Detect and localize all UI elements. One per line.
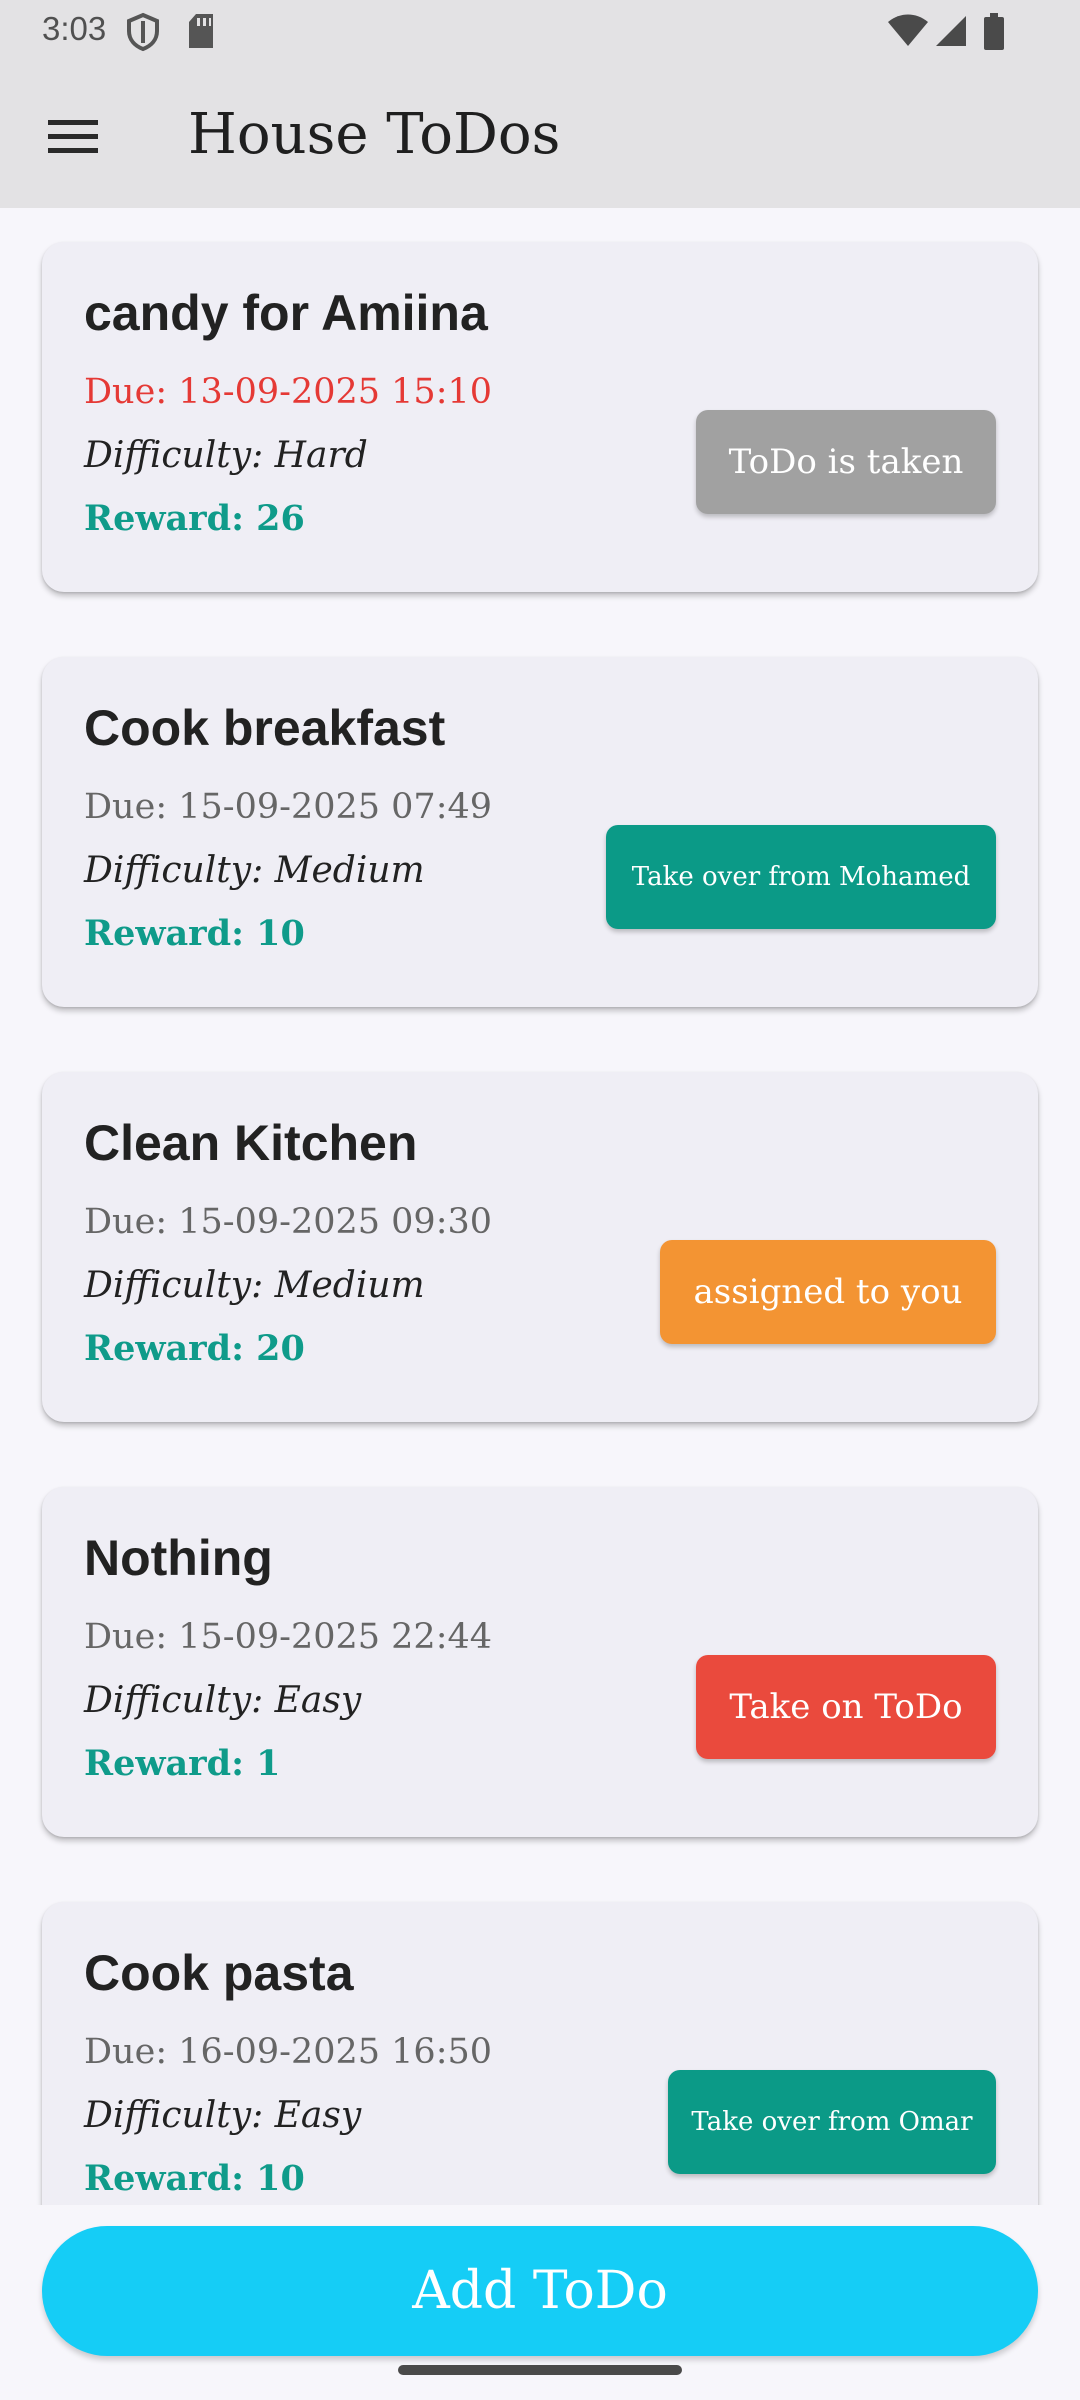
todo-title: candy for Amiina (84, 285, 488, 341)
menu-button[interactable] (40, 106, 106, 172)
todo-list[interactable]: candy for Amiina Due: 13-09-2025 15:10 D… (0, 208, 1080, 2205)
todo-taken-button[interactable]: ToDo is taken (696, 410, 996, 514)
todo-difficulty: Difficulty: Easy (84, 2095, 362, 2136)
todo-card: Cook pasta Due: 16-09-2025 16:50 Difficu… (42, 1902, 1038, 2205)
take-over-button[interactable]: Take over from Mohamed (606, 825, 996, 929)
todo-due-date: Due: 15-09-2025 22:44 (84, 1617, 493, 1657)
todo-difficulty: Difficulty: Easy (84, 1680, 362, 1721)
app-bar: House ToDos (0, 66, 1080, 208)
signal-icon (934, 14, 968, 52)
todo-reward: Reward: 1 (84, 1743, 281, 1784)
page-title: House ToDos (188, 102, 561, 167)
todo-difficulty: Difficulty: Medium (84, 850, 425, 891)
todo-due-date: Due: 15-09-2025 07:49 (84, 787, 493, 827)
todo-reward: Reward: 20 (84, 1328, 305, 1369)
wifi-icon (886, 14, 930, 52)
assigned-to-you-button[interactable]: assigned to you (660, 1240, 996, 1344)
take-over-button[interactable]: Take over from Omar (668, 2070, 996, 2174)
todo-reward: Reward: 10 (84, 2158, 305, 2199)
todo-reward: Reward: 26 (84, 498, 305, 539)
todo-difficulty: Difficulty: Hard (84, 435, 368, 476)
battery-icon (983, 13, 1005, 55)
todo-due-date: Due: 16-09-2025 16:50 (84, 2032, 493, 2072)
todo-card: Cook breakfast Due: 15-09-2025 07:49 Dif… (42, 657, 1038, 1007)
hamburger-menu-icon (48, 118, 98, 160)
status-bar: 3:03 (0, 0, 1080, 66)
todo-title: Cook breakfast (84, 700, 446, 756)
add-todo-button[interactable]: Add ToDo (42, 2226, 1038, 2356)
sd-card-icon (186, 12, 216, 54)
todo-title: Nothing (84, 1530, 273, 1586)
todo-title: Cook pasta (84, 1945, 354, 2001)
todo-card: Nothing Due: 15-09-2025 22:44 Difficulty… (42, 1487, 1038, 1837)
take-on-todo-button[interactable]: Take on ToDo (696, 1655, 996, 1759)
todo-reward: Reward: 10 (84, 913, 305, 954)
todo-title: Clean Kitchen (84, 1115, 418, 1171)
status-time: 3:03 (42, 10, 107, 47)
todo-due-date: Due: 13-09-2025 15:10 (84, 372, 493, 412)
todo-difficulty: Difficulty: Medium (84, 1265, 425, 1306)
todo-due-date: Due: 15-09-2025 09:30 (84, 1202, 493, 1242)
shield-icon (126, 12, 160, 56)
todo-card: candy for Amiina Due: 13-09-2025 15:10 D… (42, 242, 1038, 592)
gesture-nav-handle[interactable] (398, 2365, 682, 2375)
todo-card: Clean Kitchen Due: 15-09-2025 09:30 Diff… (42, 1072, 1038, 1422)
